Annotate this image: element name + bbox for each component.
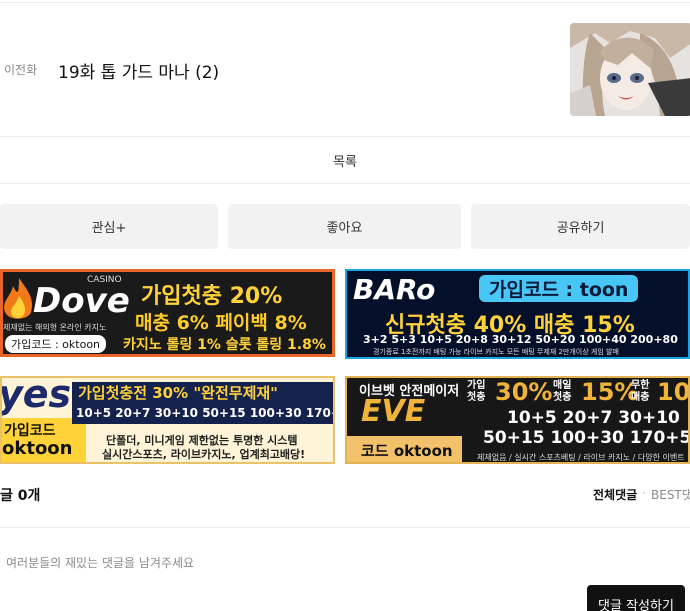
thumbnail-illustration	[570, 23, 690, 116]
yes-line1: 가입첫충전 30% "완전무제재"	[78, 384, 278, 402]
like-button-label: 좋아요	[326, 221, 363, 236]
dove-line2: 매충 6% 페이백 8%	[135, 312, 307, 334]
sort-best-comments[interactable]: BEST댓	[651, 486, 690, 503]
episode-title: 19화 톱 가드 마나 (2)	[58, 63, 220, 83]
dove-tagline: 제재없는 해외형 온라인 카지노	[3, 323, 107, 332]
sort-separator: ·	[642, 486, 646, 500]
top-divider	[0, 2, 690, 3]
write-comment-button[interactable]: 댓글 작성하기	[587, 585, 685, 611]
ad-banner-yes[interactable]: yes 가입코드 oktoon 가입첫충전 30% "완전무제재" 10+5 2…	[0, 376, 335, 464]
baro-brand: BARo	[353, 273, 436, 306]
eve-p1-value: 30%	[495, 378, 553, 406]
prev-episode-link[interactable]: 이전화	[4, 61, 37, 78]
list-button-label: 목록	[333, 154, 357, 170]
eve-p3-label: 무한 매충	[631, 380, 650, 403]
yes-code-value: oktoon	[2, 438, 73, 459]
write-comment-label: 댓글 작성하기	[598, 599, 674, 611]
yes-line4: 실시간스포츠, 라이브카지노, 업계최고배당!	[102, 448, 306, 461]
ad-banner-eve[interactable]: 이브벳 안전메이저 EVE 코드 oktoon 가입 첫충 30% 매일 첫충 …	[345, 376, 690, 464]
sort-all-comments[interactable]: 전체댓글	[593, 486, 637, 503]
yes-code-box: 가입코드 oktoon	[2, 418, 86, 462]
dove-line1: 가입첫충 20%	[141, 284, 283, 309]
eve-code-box: 코드 oktoon	[347, 436, 462, 462]
divider	[0, 183, 690, 184]
dove-brand: Dove	[33, 281, 130, 321]
divider	[0, 527, 690, 528]
baro-code: 가입코드 : toon	[479, 275, 639, 302]
dove-line3: 카지노 롤링 1% 슬롯 롤링 1.8%	[123, 337, 326, 353]
eve-p3-value: 10	[657, 378, 690, 406]
list-button[interactable]: 목록	[0, 137, 690, 183]
ad-banner-baro[interactable]: BARo 가입코드 : toon 신규첫충 40% 매충 15% 3+2 5+3…	[345, 269, 690, 359]
eve-code: 코드 oktoon	[361, 442, 453, 460]
episode-thumbnail[interactable]	[570, 23, 690, 116]
eve-p1-label: 가입 첫충	[467, 380, 486, 403]
eve-line2: 50+15 100+30 170+50	[483, 428, 690, 448]
interest-button[interactable]: 관심+	[0, 204, 218, 249]
yes-code-title: 가입코드	[4, 423, 56, 439]
dove-code: 가입코드 : oktoon	[5, 335, 107, 353]
yes-brand: yes	[0, 376, 72, 416]
baro-line3: 경기종료 1초전까지 배팅 가능 라이브 카지노 모든 배팅 무제재 2만개이상…	[373, 348, 619, 356]
comment-input-placeholder: 여러분들의 재밌는 댓글을 남겨주세요	[6, 556, 195, 570]
eve-p2-value: 15%	[581, 378, 639, 406]
eve-p2-label: 매일 첫충	[553, 380, 572, 403]
ad-banner-dove[interactable]: CASINO Dove 제재없는 해외형 온라인 카지노 가입코드 : okto…	[0, 269, 335, 357]
share-button-label: 공유하기	[556, 221, 605, 236]
comment-count: 글 0개	[0, 488, 41, 504]
baro-line2: 3+2 5+3 10+5 20+8 30+12 50+20 100+40 200…	[363, 333, 678, 346]
eve-brand: EVE	[361, 394, 426, 429]
eve-line1: 10+5 20+7 30+10	[507, 408, 680, 428]
eve-line3: 제재없음 / 실시간 스포츠베팅 / 라이브 카지노 / 다양한 이벤트	[477, 453, 685, 462]
share-button[interactable]: 공유하기	[471, 204, 690, 249]
comment-input[interactable]: 여러분들의 재밌는 댓글을 남겨주세요	[0, 540, 690, 580]
interest-button-label: 관심+	[91, 221, 127, 236]
yes-line2: 10+5 20+7 30+10 50+15 100+30 170+50	[76, 406, 335, 420]
like-button[interactable]: 좋아요	[228, 204, 461, 249]
